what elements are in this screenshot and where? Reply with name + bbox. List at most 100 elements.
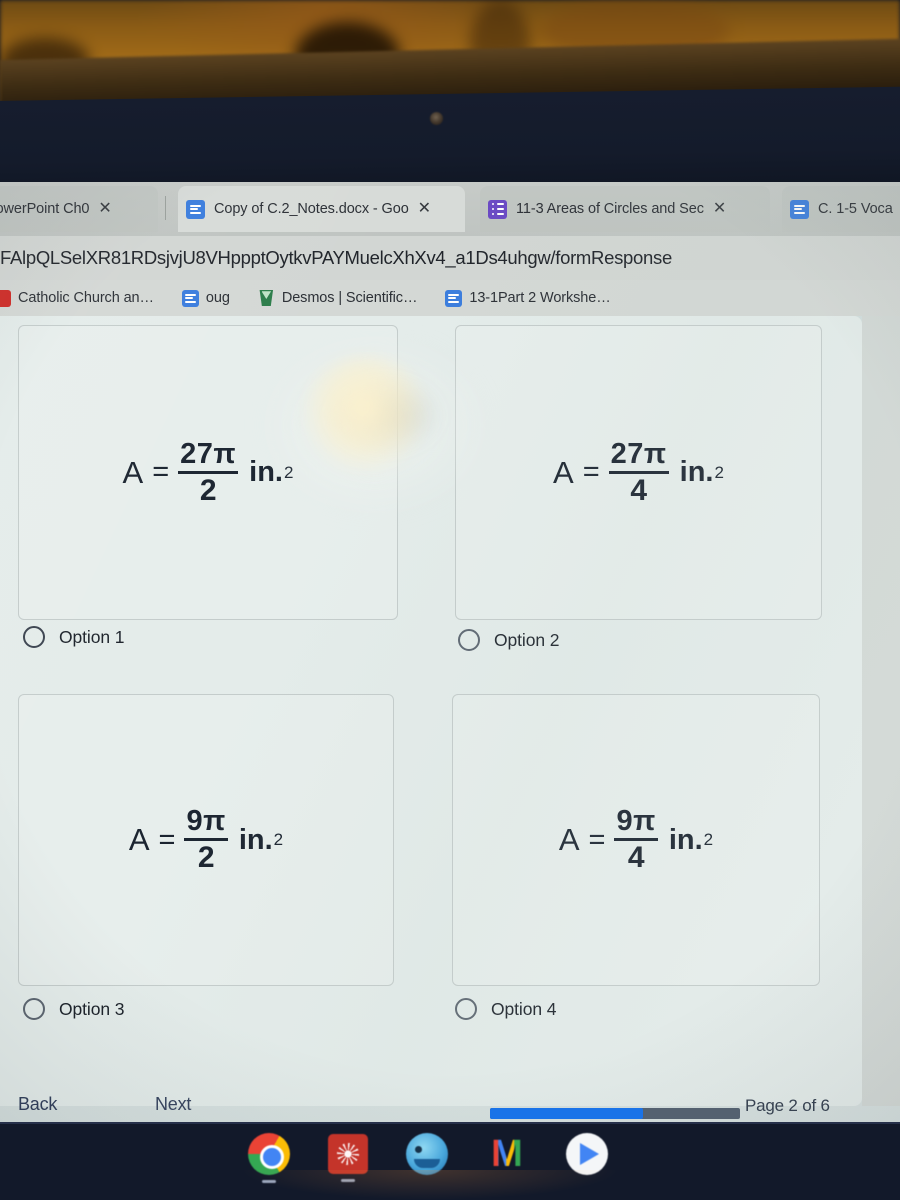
form-navigation-bar: Back Next Page 2 of 6 xyxy=(0,1094,900,1122)
gmail-icon[interactable]: M xyxy=(486,1133,528,1175)
bookmark-desmos[interactable]: Desmos | Scientific… xyxy=(258,290,418,307)
equation-option-1: A = 27π 2 in. 2 xyxy=(122,437,294,507)
radio-button-option-1[interactable] xyxy=(23,626,45,648)
play-store-icon[interactable] xyxy=(566,1133,608,1175)
radio-label-option-1: Option 1 xyxy=(59,626,125,647)
equation-equals: = xyxy=(158,823,176,856)
equation-option-4: A = 9π 4 in. 2 xyxy=(559,807,713,873)
app-running-dot xyxy=(262,1180,276,1183)
equation-option-2: A = 27π 4 in. 2 xyxy=(553,437,724,507)
choice-image-option-3[interactable]: A = 9π 2 in. 2 xyxy=(18,694,394,986)
equation-unit: in. xyxy=(249,456,283,488)
webcam-icon xyxy=(430,112,443,125)
equation-lhs: A xyxy=(122,454,144,490)
equation-option-3: A = 9π 2 in. 2 xyxy=(129,807,283,873)
fraction-denominator: 4 xyxy=(627,841,645,874)
radio-row-option-1[interactable]: Option 1 xyxy=(23,626,124,648)
equation-lhs: A xyxy=(553,454,574,490)
shelf-top-border xyxy=(0,1122,900,1124)
choice-image-option-2[interactable]: A = 27π 4 in. 2 xyxy=(455,325,822,620)
equation-equals: = xyxy=(588,823,606,856)
tab-close-icon[interactable]: ✕ xyxy=(98,201,111,217)
bookmark-13-1-part-2[interactable]: 13-1Part 2 Workshe… xyxy=(445,289,611,307)
fraction-numerator: 9π xyxy=(616,805,656,837)
equation-exponent: 2 xyxy=(703,830,714,849)
fraction: 27π 2 xyxy=(178,437,239,507)
tab-title: PowerPoint Ch0 xyxy=(0,201,90,217)
equation-unit: in. xyxy=(238,823,273,856)
google-docs-icon xyxy=(181,289,199,307)
equation-equals: = xyxy=(152,456,170,488)
choice-image-option-4[interactable]: A = 9π 4 in. 2 xyxy=(452,694,820,986)
bookmarks-bar: Catholic Church an… oug Desmos | Scienti… xyxy=(0,280,900,316)
equation-lhs: A xyxy=(558,822,580,857)
form-card-right-gutter xyxy=(862,316,900,1106)
radio-button-option-2[interactable] xyxy=(458,629,480,651)
laptop-screen: PowerPoint Ch0 ✕ Copy of C.2_Notes.docx … xyxy=(0,182,900,1122)
page-indicator: Page 2 of 6 xyxy=(745,1096,830,1115)
browser-tab-powerpoint[interactable]: PowerPoint Ch0 ✕ xyxy=(0,186,158,232)
radio-button-option-3[interactable] xyxy=(23,998,45,1020)
google-docs-icon xyxy=(186,199,205,219)
address-bar[interactable]: FAlpQLSelXR81RDsjvjU8VHppptOytkvPAYMuelc… xyxy=(0,236,900,280)
browser-tab-strip: PowerPoint Ch0 ✕ Copy of C.2_Notes.docx … xyxy=(0,182,900,236)
equation-exponent: 2 xyxy=(283,462,294,482)
equation-unit: in. xyxy=(668,823,703,856)
equation-unit: in. xyxy=(679,456,714,488)
fraction-numerator: 9π xyxy=(186,805,226,837)
equation-exponent: 2 xyxy=(273,830,284,849)
radio-label-option-2: Option 2 xyxy=(494,629,560,650)
fraction: 9π 2 xyxy=(184,805,228,874)
equation-lhs: A xyxy=(128,822,150,857)
tab-close-icon[interactable]: ✕ xyxy=(418,201,431,217)
download-progress-fill xyxy=(490,1108,643,1119)
browser-tab-copy-of-notes[interactable]: Copy of C.2_Notes.docx - Goo ✕ xyxy=(178,186,465,232)
bookmark-oug[interactable]: oug xyxy=(181,289,230,307)
tab-title: Copy of C.2_Notes.docx - Goo xyxy=(214,201,409,217)
address-bar-url: FAlpQLSelXR81RDsjvjU8VHppptOytkvPAYMuelc… xyxy=(0,247,672,268)
fraction-denominator: 2 xyxy=(197,841,215,874)
fraction: 27π 4 xyxy=(608,437,669,507)
bookmark-label: 13-1Part 2 Workshe… xyxy=(469,290,611,306)
desmos-icon xyxy=(258,290,275,307)
google-docs-icon xyxy=(445,289,463,307)
radio-row-option-3[interactable]: Option 3 xyxy=(23,998,124,1020)
radio-label-option-3: Option 3 xyxy=(59,998,125,1019)
tab-title: 11-3 Areas of Circles and Sec xyxy=(516,201,704,217)
app-running-dot xyxy=(341,1179,355,1182)
tab-title: C. 1-5 Voca xyxy=(818,201,893,217)
back-button[interactable]: Back xyxy=(18,1094,57,1115)
google-form-page: A = 27π 2 in. 2 Option 1 A = 27π 4 in. 2… xyxy=(0,316,900,1122)
fraction-denominator: 2 xyxy=(199,473,217,507)
browser-tab-vocab[interactable]: C. 1-5 Voca xyxy=(782,186,900,232)
google-docs-icon xyxy=(790,199,809,219)
shelf-app-list: M xyxy=(248,1133,608,1183)
next-button[interactable]: Next xyxy=(155,1094,191,1115)
equation-exponent: 2 xyxy=(714,462,724,482)
fraction-numerator: 27π xyxy=(180,437,237,470)
play-triangle xyxy=(580,1143,599,1165)
radio-button-option-4[interactable] xyxy=(455,998,477,1020)
fraction-numerator: 27π xyxy=(610,437,667,470)
gmail-letter: M xyxy=(491,1133,523,1175)
red-square-icon xyxy=(0,289,11,307)
choice-image-option-1[interactable]: A = 27π 2 in. 2 xyxy=(18,325,398,620)
chrome-icon[interactable] xyxy=(248,1133,290,1183)
google-forms-icon xyxy=(488,199,507,219)
red-app-icon[interactable] xyxy=(328,1134,368,1182)
blue-mascot-icon[interactable] xyxy=(406,1133,448,1175)
fraction-denominator: 4 xyxy=(630,473,647,507)
download-progress-bar xyxy=(490,1108,740,1119)
tab-separator xyxy=(165,196,166,220)
radio-row-option-4[interactable]: Option 4 xyxy=(455,998,556,1020)
equation-equals: = xyxy=(582,456,600,488)
browser-tab-areas-of-circles[interactable]: 11-3 Areas of Circles and Sec ✕ xyxy=(480,186,770,232)
radio-label-option-4: Option 4 xyxy=(491,998,557,1019)
tab-close-icon[interactable]: ✕ xyxy=(713,201,726,217)
bookmark-label: oug xyxy=(205,290,230,306)
bookmark-label: Desmos | Scientific… xyxy=(281,290,418,306)
radio-row-option-2[interactable]: Option 2 xyxy=(458,629,559,651)
fraction: 9π 4 xyxy=(614,805,658,874)
bookmark-label: Catholic Church an… xyxy=(18,290,154,306)
bookmark-catholic-church[interactable]: Catholic Church an… xyxy=(0,289,154,307)
